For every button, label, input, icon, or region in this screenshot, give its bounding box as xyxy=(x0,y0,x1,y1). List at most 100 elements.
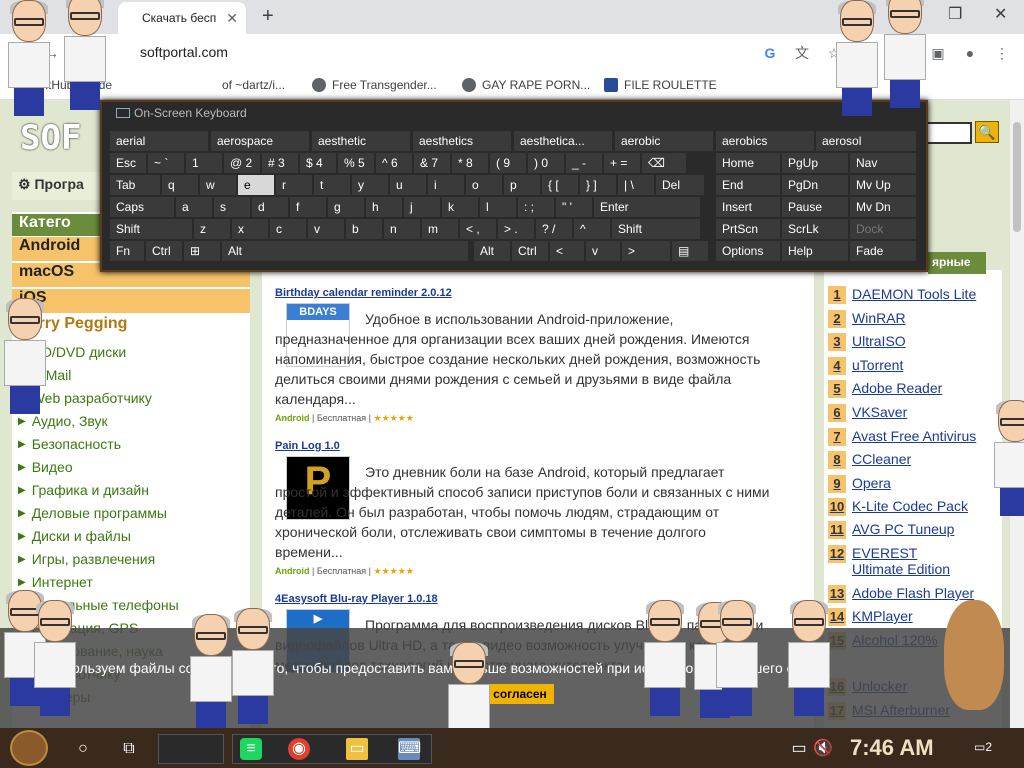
sidebar-category-item[interactable]: ▶ Графика и дизайн xyxy=(18,482,149,498)
osk-key[interactable]: i xyxy=(428,175,464,195)
bookmark-file-roulette[interactable]: FILE ROULETTE xyxy=(604,78,717,92)
osk-key[interactable]: y xyxy=(352,175,388,195)
osk-key[interactable]: v xyxy=(308,219,344,239)
osk-key[interactable]: u xyxy=(390,175,426,195)
popular-item[interactable]: 4 uTorrent xyxy=(828,357,903,375)
osk-key[interactable]: g xyxy=(328,197,364,217)
osk-key[interactable]: ⊞ xyxy=(184,241,220,261)
osk-key[interactable]: ) 0 xyxy=(528,153,564,173)
osk-key[interactable]: o xyxy=(466,175,502,195)
close-window-icon[interactable]: ✕ xyxy=(994,4,1007,24)
osk-key[interactable]: ( 9 xyxy=(490,153,526,173)
osk-key[interactable]: b xyxy=(346,219,382,239)
osk-key[interactable]: Caps xyxy=(110,197,174,217)
osk-key[interactable]: m xyxy=(422,219,458,239)
osk-nav-key[interactable]: Fade xyxy=(850,241,916,261)
popular-item[interactable]: 7 Avast Free Antivirus xyxy=(828,428,976,446)
osk-nav-key[interactable]: Options xyxy=(716,241,780,261)
osk-nav-key[interactable]: Mv Up xyxy=(850,175,916,195)
google-icon[interactable]: G xyxy=(762,45,778,61)
site-search-input[interactable] xyxy=(926,122,972,144)
osk-key[interactable]: : ; xyxy=(518,197,554,217)
popular-item[interactable]: 1 DAEMON Tools Lite xyxy=(828,286,976,304)
osk-key[interactable]: Tab xyxy=(110,175,160,195)
sidebar-category-item[interactable]: ▶ Игры, развлечения xyxy=(18,551,155,567)
volume-muted-icon[interactable]: 🔇 xyxy=(812,738,834,760)
sidebar-category-item[interactable]: ▶ Диски и файлы xyxy=(18,528,131,544)
profile-icon[interactable]: ● xyxy=(962,45,978,61)
osk-key[interactable]: Alt xyxy=(222,241,468,261)
osk-key[interactable]: ~ ` xyxy=(148,153,184,173)
restore-window-icon[interactable]: ❐ xyxy=(948,4,962,24)
osk-key[interactable]: r xyxy=(276,175,312,195)
popular-item[interactable]: 3 UltraISO xyxy=(828,333,906,351)
popular-item[interactable]: 14 KMPlayer xyxy=(828,608,913,626)
osk-key[interactable]: q xyxy=(162,175,198,195)
new-tab-button[interactable]: + xyxy=(262,5,274,28)
bookmark-free[interactable]: Free Transgender... xyxy=(312,78,437,92)
sidebar-category-item[interactable]: ▶ Видео xyxy=(18,459,73,475)
osk-key[interactable]: Ctrl xyxy=(512,241,548,261)
program-platform[interactable]: Android xyxy=(275,566,310,576)
osk-nav-key[interactable]: Nav xyxy=(850,153,916,173)
osk-key[interactable]: ^ 6 xyxy=(376,153,412,173)
osk-nav-key[interactable]: Help xyxy=(782,241,848,261)
popular-item[interactable]: 13 Adobe Flash Player xyxy=(828,585,974,603)
osk-nav-key[interactable]: PgUp xyxy=(782,153,848,173)
osk-key[interactable]: + = xyxy=(604,153,640,173)
osk-key[interactable]: t xyxy=(314,175,350,195)
osk-prediction[interactable]: aerial xyxy=(110,131,208,151)
program-platform[interactable]: Android xyxy=(275,413,310,423)
osk-nav-key[interactable]: End xyxy=(716,175,780,195)
osk-key[interactable]: ▤ xyxy=(672,241,708,261)
osk-key[interactable]: 1 xyxy=(186,153,222,173)
osk-prediction[interactable]: aesthetics xyxy=(413,131,511,151)
clock[interactable]: 7:46 AM xyxy=(850,735,934,761)
menu-icon[interactable]: ⋮ xyxy=(994,45,1010,61)
popular-item[interactable]: 2 WinRAR xyxy=(828,310,906,328)
program-title-link[interactable]: Birthday calendar reminder 2.0.12 xyxy=(275,287,452,299)
browser-tab[interactable]: Скачать бесп ✕ xyxy=(118,2,246,34)
program-title-link[interactable]: 4Easysoft Blu-ray Player 1.0.18 xyxy=(275,593,438,605)
scrollbar-thumb[interactable] xyxy=(1013,122,1021,232)
osk-key[interactable]: j xyxy=(404,197,440,217)
popular-item[interactable]: 8 CCleaner xyxy=(828,451,911,469)
osk-key[interactable]: ⌫ xyxy=(642,153,686,173)
osk-nav-key[interactable]: PrtScn xyxy=(716,219,780,239)
osk-key[interactable]: w xyxy=(200,175,236,195)
osk-key[interactable]: z xyxy=(194,219,230,239)
osk-key[interactable]: { [ xyxy=(542,175,578,195)
osk-prediction[interactable]: aerobics xyxy=(716,131,814,151)
notifications-icon[interactable]: ▭2 xyxy=(972,740,994,760)
notes-app-icon[interactable]: ≡ xyxy=(240,738,262,760)
osk-key[interactable]: x xyxy=(232,219,268,239)
osk-key[interactable]: v xyxy=(586,241,620,261)
osk-key[interactable]: f xyxy=(290,197,326,217)
osk-key[interactable]: * 8 xyxy=(452,153,488,173)
popular-item[interactable]: 5 Adobe Reader xyxy=(828,380,942,398)
osk-key[interactable]: ? / xyxy=(536,219,572,239)
program-title-link[interactable]: Pain Log 1.0 xyxy=(275,440,340,452)
osk-key[interactable]: e xyxy=(238,175,274,195)
address-bar[interactable]: softportal.com xyxy=(140,44,228,60)
osk-key[interactable]: a xyxy=(176,197,212,217)
osk-key[interactable]: Alt xyxy=(474,241,510,261)
osk-key[interactable]: % 5 xyxy=(338,153,374,173)
osk-key[interactable]: | \ xyxy=(618,175,654,195)
osk-key[interactable]: ^ xyxy=(574,219,610,239)
osk-nav-key[interactable]: Pause xyxy=(782,197,848,217)
popular-item[interactable]: 10 K-Lite Codec Pack xyxy=(828,498,968,516)
osk-key[interactable]: d xyxy=(252,197,288,217)
sidebar-category-item[interactable]: ▶ Интернет xyxy=(18,574,93,590)
popular-item[interactable]: 9 Opera xyxy=(828,475,891,493)
search-circle-icon[interactable]: ○ xyxy=(72,738,94,760)
osk-key[interactable]: _ - xyxy=(566,153,602,173)
osk-key[interactable]: < xyxy=(550,241,584,261)
osk-key[interactable]: $ 4 xyxy=(300,153,336,173)
osk-key[interactable]: Shift xyxy=(612,219,700,239)
start-button[interactable] xyxy=(10,730,48,766)
popular-item[interactable]: 6 VKSaver xyxy=(828,404,907,422)
osk-nav-key[interactable]: Home xyxy=(716,153,780,173)
sidebar-category-item[interactable]: ▶ Безопасность xyxy=(18,436,121,452)
osk-key[interactable]: Del xyxy=(656,175,704,195)
